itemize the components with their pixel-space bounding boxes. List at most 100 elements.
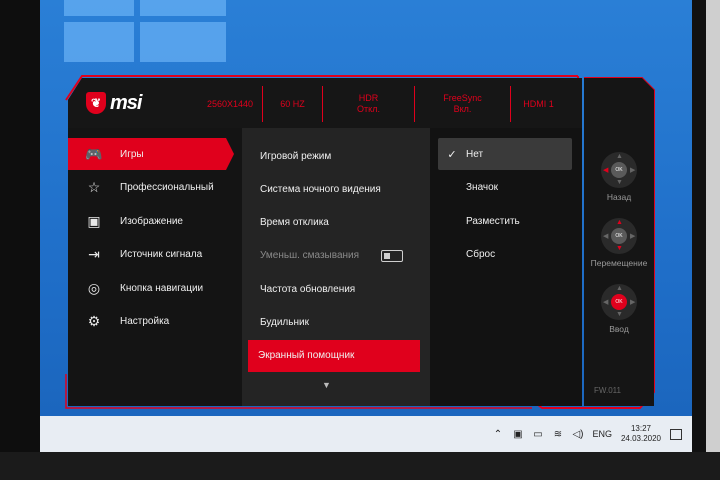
dpad-arrow-icon: ▶ (630, 233, 636, 240)
clock-date: 24.03.2020 (620, 434, 661, 443)
main-menu-label: Изображение (120, 215, 183, 227)
main-menu-item[interactable]: ☆ Профессиональный (68, 172, 242, 204)
osd-header: ❦ msi 2560X1440 60 HZ HDR Откл. FreeSync В… (68, 78, 582, 128)
monitor-bezel-left (0, 0, 40, 460)
dpad-arrow-icon: ▶ (630, 167, 636, 174)
star-icon: ☆ (87, 179, 101, 195)
wifi-icon[interactable]: ≋ (552, 429, 563, 440)
sub-menu-label: Экранный помощник (258, 350, 355, 362)
option-item[interactable]: Разместить (438, 205, 572, 237)
sub-menu-item[interactable]: Экранный помощник (248, 339, 420, 372)
folder-icon[interactable]: ▭ (532, 429, 543, 440)
dpad-arrow-icon: ▼ (616, 245, 623, 252)
ok-button-icon: OK (611, 162, 627, 178)
main-menu-label: Настройка (120, 316, 170, 327)
status-freesync: FreeSync Вкл. (414, 86, 510, 122)
language-indicator[interactable]: ENG (592, 429, 612, 439)
gamepad-icon: 🎮 (85, 145, 103, 162)
nav-hint: ▲ ▼ ◀ ▶ OK Ввод (584, 284, 654, 334)
dpad-arrow-icon: ◀ (603, 299, 609, 306)
settings-gear-icon: ⚙ (87, 313, 101, 329)
sub-menu-item[interactable]: Время отклика (250, 207, 420, 239)
dpad-arrow-icon: ◀ (603, 233, 609, 240)
system-tray: ⌃ ▣ ▭ ≋ ◁) ENG 13:27 24.03.2020 (492, 416, 682, 452)
image-icon: ▣ (87, 212, 101, 229)
status-refresh-rate: 60 HZ (262, 86, 322, 122)
dpad-arrow-icon: ▲ (616, 219, 623, 226)
nav-hint: ▲ ▼ ◀ ▶ OK Перемещение (584, 218, 654, 268)
sub-menu-label: Уменьш. смазывания (260, 250, 360, 262)
dpad-arrow-icon: ▶ (630, 299, 636, 306)
status-hdr: HDR Откл. (322, 86, 414, 122)
sub-menu-item[interactable]: Игровой режим (250, 140, 420, 172)
main-menu: 🎮 Игры ☆ Профессиональный ▣ Изображение ⇥ Источ… (68, 128, 242, 406)
sub-menu-item[interactable]: Будильник (250, 307, 420, 339)
dpad-arrow-icon: ◀ (603, 167, 609, 174)
nav-hint-label: Ввод (609, 324, 629, 334)
nav-hint-label: Назад (606, 192, 632, 202)
option-label: Разместить (466, 215, 520, 227)
option-label: Сброс (466, 249, 496, 260)
main-menu-label: Игры (120, 148, 144, 160)
options-menu: ✓ Нет Значок Разместить Сброс (430, 128, 582, 406)
ok-button-icon: OK (611, 294, 627, 310)
sub-menu-label: Игровой режим (260, 150, 332, 162)
sub-menu-label: Система ночного видения (260, 183, 381, 195)
navigation-key-icon: ◎ (87, 279, 101, 296)
toggle-knob (384, 252, 391, 259)
windows-taskbar: ⌃ ▣ ▭ ≋ ◁) ENG 13:27 24.03.2020 (40, 416, 692, 452)
monitor-bezel-right (692, 0, 706, 460)
option-label: Значок (466, 182, 499, 193)
navigation-joystick-icon: ▲ ▼ ◀ ▶ OK (601, 284, 637, 320)
msi-logo: ❦ msi (86, 90, 142, 116)
nav-hint-label: Перемещение (590, 258, 648, 268)
monitor-bezel-bottom (0, 452, 720, 480)
clock[interactable]: 13:27 24.03.2020 (621, 424, 661, 444)
main-menu-label: Источник сигнала (120, 249, 203, 260)
sub-menu: ▼ Игровой режим Система ночного видения Вр… (242, 128, 430, 406)
dpad-arrow-icon: ▼ (616, 311, 623, 318)
chevron-up-icon[interactable]: ⌃ (492, 429, 503, 440)
main-menu-item[interactable]: ⇥ Источник сигнала (68, 239, 242, 271)
status-bar: 2560X1440 60 HZ HDR Откл. FreeSync Вкл. HD… (198, 86, 580, 122)
volume-icon[interactable]: ◁) (572, 429, 583, 440)
navigation-joystick-icon: ▲ ▼ ◀ ▶ OK (601, 152, 637, 188)
sub-menu-label: Частота обновления (260, 283, 356, 295)
option-label: Нет (466, 148, 484, 160)
sub-menu-item[interactable]: Частота обновления (250, 273, 420, 305)
toggle-switch (381, 249, 404, 262)
monitor-osd-menu: ❦ msi 2560X1440 60 HZ HDR Откл. FreeSync В… (62, 74, 658, 412)
input-source-icon: ⇥ (88, 246, 100, 262)
navigation-hints-panel: ▲ ▼ ◀ ▶ OK Назад ▲ ▼ ◀ ▶ OK Перемещение ▲ ▼ ◀ ▶ OK Ввод (584, 78, 654, 406)
sub-menu-label: Время отклика (260, 217, 329, 229)
option-item[interactable]: Сброс (438, 239, 572, 271)
status-input: HDMI 1 (510, 86, 566, 122)
dpad-arrow-icon: ▲ (616, 153, 623, 160)
main-menu-item[interactable]: ◎ Кнопка навигации (68, 272, 242, 304)
msi-logo-text: msi (110, 91, 142, 114)
notification-center-icon[interactable] (670, 428, 682, 440)
option-item[interactable]: Значок (438, 172, 572, 204)
dpad-arrow-icon: ▲ (616, 285, 623, 292)
sub-menu-label: Будильник (260, 317, 309, 328)
navigation-joystick-icon: ▲ ▼ ◀ ▶ OK (601, 218, 637, 254)
tray-app-icon[interactable]: ▣ (512, 429, 523, 440)
firmware-version: FW.011 (594, 386, 621, 395)
osd-body: 🎮 Игры ☆ Профессиональный ▣ Изображение ⇥ Источ… (68, 128, 582, 406)
main-menu-item[interactable]: ▣ Изображение (68, 205, 242, 237)
dpad-arrow-icon: ▼ (616, 179, 623, 186)
clock-time: 13:27 (630, 424, 651, 433)
scroll-down-icon[interactable]: ▼ (322, 380, 331, 390)
ok-button-icon: OK (611, 228, 627, 244)
option-item[interactable]: ✓ Нет (438, 138, 572, 170)
sub-menu-item: Уменьш. смазывания (250, 240, 420, 272)
checkmark-icon: ✓ (447, 148, 457, 161)
msi-dragon-icon: ❦ (86, 92, 106, 114)
main-menu-label: Кнопка навигации (120, 282, 204, 294)
main-menu-label: Профессиональный (120, 182, 214, 193)
status-resolution: 2560X1440 (206, 98, 254, 109)
sub-menu-item[interactable]: Система ночного видения (250, 173, 420, 205)
nav-hint: ▲ ▼ ◀ ▶ OK Назад (584, 152, 654, 202)
main-menu-item[interactable]: 🎮 Игры (68, 138, 234, 170)
main-menu-item[interactable]: ⚙ Настройка (68, 306, 242, 338)
